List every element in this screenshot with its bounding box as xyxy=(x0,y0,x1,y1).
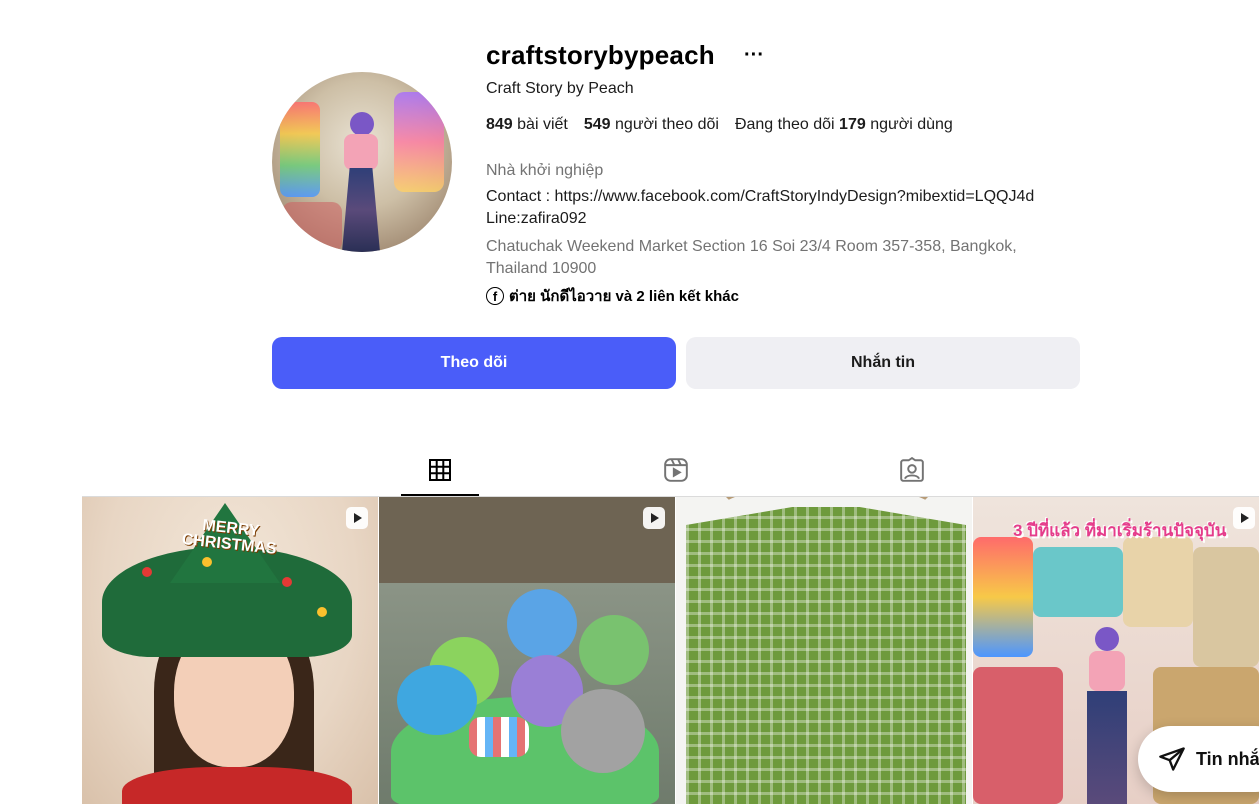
follow-button[interactable]: Theo dõi xyxy=(272,337,676,389)
facebook-icon: f xyxy=(486,287,504,305)
send-icon xyxy=(1159,747,1185,771)
post-image-item xyxy=(973,667,1063,804)
person-skirt xyxy=(1087,691,1127,804)
post-image-item xyxy=(1193,547,1259,667)
profile-tabs xyxy=(0,444,1259,496)
grid-post-tile[interactable] xyxy=(379,497,675,804)
post-image-item xyxy=(1033,547,1123,617)
post-image-shirt xyxy=(122,767,352,804)
grid-post-tile[interactable] xyxy=(676,497,972,804)
messages-float-button[interactable]: Tin nhắn xyxy=(1138,726,1259,792)
profile-full-name: Craft Story by Peach xyxy=(486,80,634,97)
avatar-person-top xyxy=(344,134,378,170)
plush-toy-shape xyxy=(561,689,645,773)
profile-avatar[interactable] xyxy=(272,72,452,252)
ornament-shape xyxy=(317,607,327,617)
reel-badge-icon xyxy=(346,507,368,529)
profile-bio-contact: Contact : https://www.facebook.com/Craft… xyxy=(486,188,1035,205)
avatar-bg-items xyxy=(280,102,320,197)
message-button[interactable]: Nhắn tin xyxy=(686,337,1080,389)
avatar-person-head xyxy=(350,112,374,136)
ornament-shape xyxy=(142,567,152,577)
plush-toy-shape xyxy=(579,615,649,685)
profile-bio-line: Line:zafira092 xyxy=(486,210,587,227)
post-image-person xyxy=(1085,627,1127,804)
avatar-person-skirt xyxy=(342,168,380,252)
post-image-item xyxy=(973,537,1033,657)
avatar-bg-items xyxy=(394,92,444,192)
grid-icon xyxy=(429,459,451,481)
profile-stats: 849 bài viết 549 người theo dõi Đang theo … xyxy=(486,116,953,134)
tab-posts[interactable] xyxy=(401,444,479,496)
profile-category: Nhà khởi nghiệp xyxy=(486,162,604,179)
reel-badge-icon xyxy=(643,507,665,529)
avatar-bg-items xyxy=(282,202,342,252)
profile-username: craftstorybypeach xyxy=(486,40,715,70)
grid-post-tile[interactable]: MERRY CHRISTMAS xyxy=(82,497,378,804)
posts-grid: MERRY CHRISTMAS 3 ปีที่แล้ว ที่มาเริ่มร้… xyxy=(82,497,1259,804)
profile-links-text[interactable]: ต่าย นักดีไอวาย và 2 liên kết khác xyxy=(509,284,739,308)
tab-tagged[interactable] xyxy=(873,444,951,496)
post-image-item xyxy=(1123,537,1193,627)
plush-toy-shape xyxy=(397,665,477,735)
person-hat xyxy=(1095,627,1119,651)
profile-links[interactable]: f ต่าย นักดีไอวาย và 2 liên kết khác xyxy=(486,284,739,308)
reel-badge-icon xyxy=(1233,507,1255,529)
reels-icon xyxy=(664,458,688,482)
person-top xyxy=(1089,651,1125,691)
messages-label: Tin nhắn xyxy=(1196,748,1259,769)
tagged-icon xyxy=(900,457,924,482)
more-options-icon[interactable]: ··· xyxy=(744,44,764,67)
posts-stat: 849 bài viết xyxy=(486,116,568,133)
plush-toy-shape xyxy=(469,717,529,757)
tab-reels[interactable] xyxy=(637,444,715,496)
followers-stat[interactable]: 549 người theo dõi xyxy=(584,116,719,133)
ornament-shape xyxy=(282,577,292,587)
ornament-shape xyxy=(202,557,212,567)
following-stat[interactable]: Đang theo dõi 179 người dùng xyxy=(735,116,953,133)
profile-address[interactable]: Chatuchak Weekend Market Section 16 Soi … xyxy=(486,236,1046,280)
plush-toy-shape xyxy=(507,589,577,659)
post-caption-overlay: 3 ปีที่แล้ว ที่มาเริ่มร้านปัจจุบัน xyxy=(1013,521,1227,540)
post-image-wall xyxy=(379,497,675,583)
